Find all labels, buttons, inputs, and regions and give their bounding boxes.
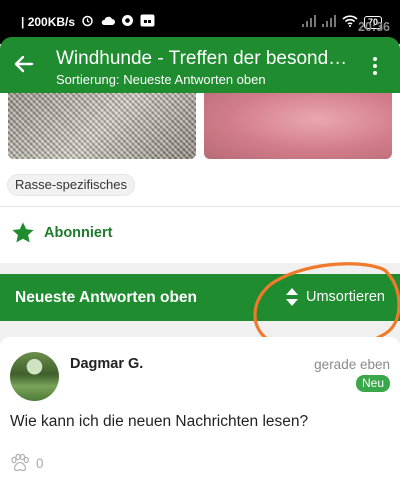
signal-icon (321, 14, 336, 30)
subscribe-label: Abonniert (44, 225, 113, 241)
cloud-icon (100, 15, 116, 29)
post-author[interactable]: Dagmar G. (70, 356, 143, 372)
alarm-icon (81, 14, 94, 30)
signal-icon (301, 14, 316, 30)
star-icon (10, 220, 36, 246)
thread-image-skin[interactable] (204, 93, 392, 159)
more-vertical-icon[interactable] (363, 54, 387, 78)
wifi-icon (342, 14, 358, 30)
divider (0, 206, 400, 207)
sort-icon (283, 287, 301, 307)
thread-image-fabric[interactable] (8, 93, 196, 159)
sort-subtitle: Sortierung: Neueste Antworten oben (56, 72, 266, 87)
new-badge: Neu (355, 375, 390, 392)
status-speed: | 200KB/s (21, 15, 76, 29)
sort-label: Neueste Antworten oben (15, 289, 197, 306)
resort-button[interactable]: Umsortieren (283, 287, 385, 307)
post-text: Wie kann ich die neuen Nachrichten lesen… (10, 413, 309, 430)
paw-icon (10, 453, 30, 472)
like-button[interactable]: 0 (10, 453, 44, 472)
post-time: gerade eben (314, 357, 390, 372)
post-card[interactable]: Dagmar G. gerade eben Neu Wie kann ich d… (0, 337, 400, 491)
avatar[interactable] (10, 352, 59, 401)
app-icon: ▪▪ (140, 14, 155, 30)
category-tag[interactable]: Rasse-spezifisches (7, 174, 135, 196)
svg-text:▪▪: ▪▪ (144, 18, 152, 25)
resort-label: Umsortieren (306, 289, 385, 305)
like-count: 0 (36, 455, 44, 471)
thread-card: Rasse-spezifisches Abonniert (0, 93, 400, 263)
subscribe-button[interactable]: Abonniert (10, 220, 112, 246)
status-time: 20:36 (358, 20, 390, 34)
arrow-left-icon[interactable] (12, 52, 36, 76)
sort-bar: Neueste Antworten oben Umsortieren (0, 274, 400, 321)
page-title: Windhunde - Treffen der besonderen Art (56, 48, 351, 69)
app-bar: Windhunde - Treffen der besonderen Art S… (0, 37, 400, 93)
record-icon (121, 14, 134, 30)
